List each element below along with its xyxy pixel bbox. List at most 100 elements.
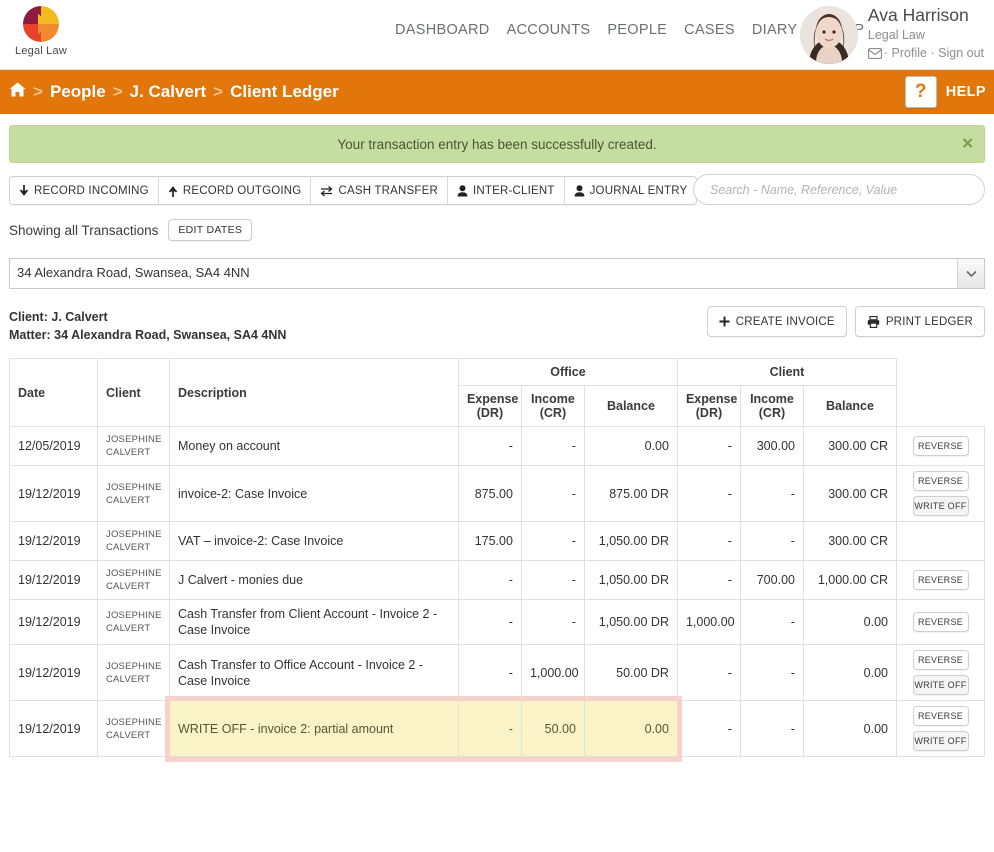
success-alert: Your transaction entry has been successf… — [9, 125, 985, 163]
cell-description: VAT – invoice-2: Case Invoice — [169, 521, 459, 561]
client-ledger-table: Date Client Description Office Client Ex… — [9, 358, 985, 757]
record-outgoing-label: RECORD OUTGOING — [182, 184, 302, 197]
client-name-line2: CALVERT — [106, 581, 151, 592]
search-input[interactable] — [693, 174, 985, 205]
cash-transfer-label: CASH TRANSFER — [338, 184, 438, 197]
user-name: Ava Harrison — [867, 5, 969, 25]
write-off-button[interactable]: WRITE OFF — [912, 675, 969, 695]
cell-client: JOSEPHINE CALVERT — [97, 521, 170, 561]
cell-office-expense: - — [457, 560, 522, 600]
user-links-sep2: · — [930, 45, 935, 60]
cash-transfer-button[interactable]: CASH TRANSFER — [311, 177, 448, 204]
table-row: 19/12/2019 JOSEPHINE CALVERT WRITE OFF - in… — [9, 700, 985, 757]
record-incoming-button[interactable]: RECORD INCOMING — [10, 177, 159, 204]
journal-entry-button[interactable]: JOURNAL ENTRY — [564, 177, 697, 204]
cell-description: J Calvert - monies due — [169, 560, 459, 600]
cell-actions: REVERSE — [896, 599, 985, 645]
reverse-button[interactable]: REVERSE — [912, 706, 969, 726]
matter-select-value: 34 Alexandra Road, Swansea, SA4 4NN — [9, 258, 985, 289]
write-off-button[interactable]: WRITE OFF — [912, 496, 969, 516]
envelope-icon[interactable] — [867, 47, 882, 64]
nav-item-cases[interactable]: CASES — [684, 22, 735, 38]
matter-value: 34 Alexandra Road, Swansea, SA4 4NN — [54, 328, 287, 342]
header-office-income-l2: (CR) — [539, 406, 567, 420]
breadcrumb-bar: > People > J. Calvert > Client Ledger ? … — [0, 70, 994, 114]
profile-link[interactable]: Profile — [892, 46, 927, 60]
edit-dates-button[interactable]: EDIT DATES — [168, 219, 253, 241]
user-block: Ava Harrison Legal Law · Profile · Sign … — [799, 4, 984, 66]
header-office-expense: Expense (DR) — [457, 385, 522, 427]
matter-label: Matter: — [9, 328, 51, 342]
cell-actions: REVERSE WRITE OFF — [896, 700, 985, 757]
nav-item-dashboard[interactable]: DASHBOARD — [395, 22, 490, 38]
breadcrumb-item-people[interactable]: People — [50, 82, 106, 102]
cell-office-balance: 50.00 DR — [583, 644, 678, 701]
header-office-income: Income (CR) — [520, 385, 585, 427]
brand-logo[interactable]: Legal Law — [6, 4, 76, 57]
reverse-button[interactable]: REVERSE — [912, 570, 969, 590]
header-group-office: Office — [457, 358, 678, 386]
cell-client: JOSEPHINE CALVERT — [97, 560, 170, 600]
reverse-button[interactable]: REVERSE — [912, 436, 969, 456]
table-group-header-row: Date Client Description Office Client — [9, 358, 985, 427]
print-ledger-button[interactable]: PRINT LEDGER — [854, 306, 985, 337]
help-block[interactable]: ? HELP — [904, 76, 986, 108]
app-header: Legal Law DASHBOARD ACCOUNTS PEOPLE CASES DI… — [0, 0, 994, 70]
home-icon[interactable] — [9, 82, 26, 102]
cell-client-income: - — [739, 521, 804, 561]
cell-office-income: - — [520, 599, 585, 645]
cell-client-balance: 300.00 CR — [802, 521, 898, 561]
transaction-toolbar: RECORD INCOMING RECORD OUTGOING CASH TRA… — [9, 174, 985, 205]
cell-office-expense: - — [457, 426, 522, 466]
cell-date: 19/12/2019 — [9, 521, 98, 561]
cell-date: 19/12/2019 — [9, 599, 98, 645]
printer-icon — [867, 315, 880, 328]
reverse-button[interactable]: REVERSE — [912, 650, 969, 670]
cell-office-balance: 1,050.00 DR — [583, 560, 678, 600]
page-content: Your transaction entry has been successf… — [0, 125, 994, 762]
cell-date: 12/05/2019 — [9, 426, 98, 466]
cell-actions: REVERSE WRITE OFF — [896, 465, 985, 522]
cell-client: JOSEPHINE CALVERT — [97, 644, 170, 701]
nav-item-diary[interactable]: DIARY — [752, 22, 798, 38]
header-group-client: Client — [676, 358, 898, 386]
reverse-button[interactable]: REVERSE — [912, 471, 969, 491]
table-row: 19/12/2019 JOSEPHINE CALVERT J Calvert - mo… — [9, 560, 985, 600]
header-office-expense-l1: Expense — [466, 392, 519, 406]
cell-office-income: - — [520, 465, 585, 522]
cell-description: Cash Transfer to Office Account - Invoic… — [169, 644, 459, 701]
user-firm: Legal Law — [867, 27, 925, 42]
header-client-expense: Expense (DR) — [676, 385, 741, 427]
cell-client-expense: - — [676, 700, 741, 757]
header-description: Description — [169, 358, 459, 427]
ledger-table-wrap: Date Client Description Office Client Ex… — [9, 358, 985, 762]
cell-office-expense: - — [457, 599, 522, 645]
nav-item-people[interactable]: PEOPLE — [607, 22, 667, 38]
inter-client-button[interactable]: INTER-CLIENT — [447, 177, 565, 204]
matter-select[interactable]: 34 Alexandra Road, Swansea, SA4 4NN — [9, 258, 985, 289]
sign-out-link[interactable]: Sign out — [938, 46, 984, 60]
cell-client-income: - — [739, 644, 804, 701]
cell-office-expense: 175.00 — [457, 521, 522, 561]
nav-item-accounts[interactable]: ACCOUNTS — [507, 22, 591, 38]
alert-message: Your transaction entry has been successf… — [337, 136, 657, 152]
create-invoice-button[interactable]: CREATE INVOICE — [706, 306, 847, 337]
cell-office-expense: 875.00 — [457, 465, 522, 522]
user-links: · Profile · Sign out — [867, 45, 984, 64]
avatar[interactable] — [799, 6, 858, 64]
breadcrumb-item-client[interactable]: J. Calvert — [130, 82, 207, 102]
write-off-button[interactable]: WRITE OFF — [912, 731, 969, 751]
table-row: 19/12/2019 JOSEPHINE CALVERT Cash Transfer … — [9, 599, 985, 645]
transaction-button-group: RECORD INCOMING RECORD OUTGOING CASH TRA… — [9, 176, 698, 205]
cell-client-balance: 0.00 — [802, 700, 898, 757]
arrow-down-icon — [19, 184, 29, 197]
question-mark-icon[interactable]: ? — [904, 76, 937, 108]
record-outgoing-button[interactable]: RECORD OUTGOING — [158, 177, 312, 204]
client-name-line1: JOSEPHINE — [106, 610, 162, 621]
close-icon[interactable]: ✕ — [961, 137, 974, 152]
cell-client-income: 700.00 — [739, 560, 804, 600]
client-name-line2: CALVERT — [106, 623, 151, 634]
reverse-button[interactable]: REVERSE — [912, 612, 969, 632]
client-name-line1: JOSEPHINE — [106, 716, 162, 728]
chevron-down-icon[interactable] — [957, 259, 984, 288]
